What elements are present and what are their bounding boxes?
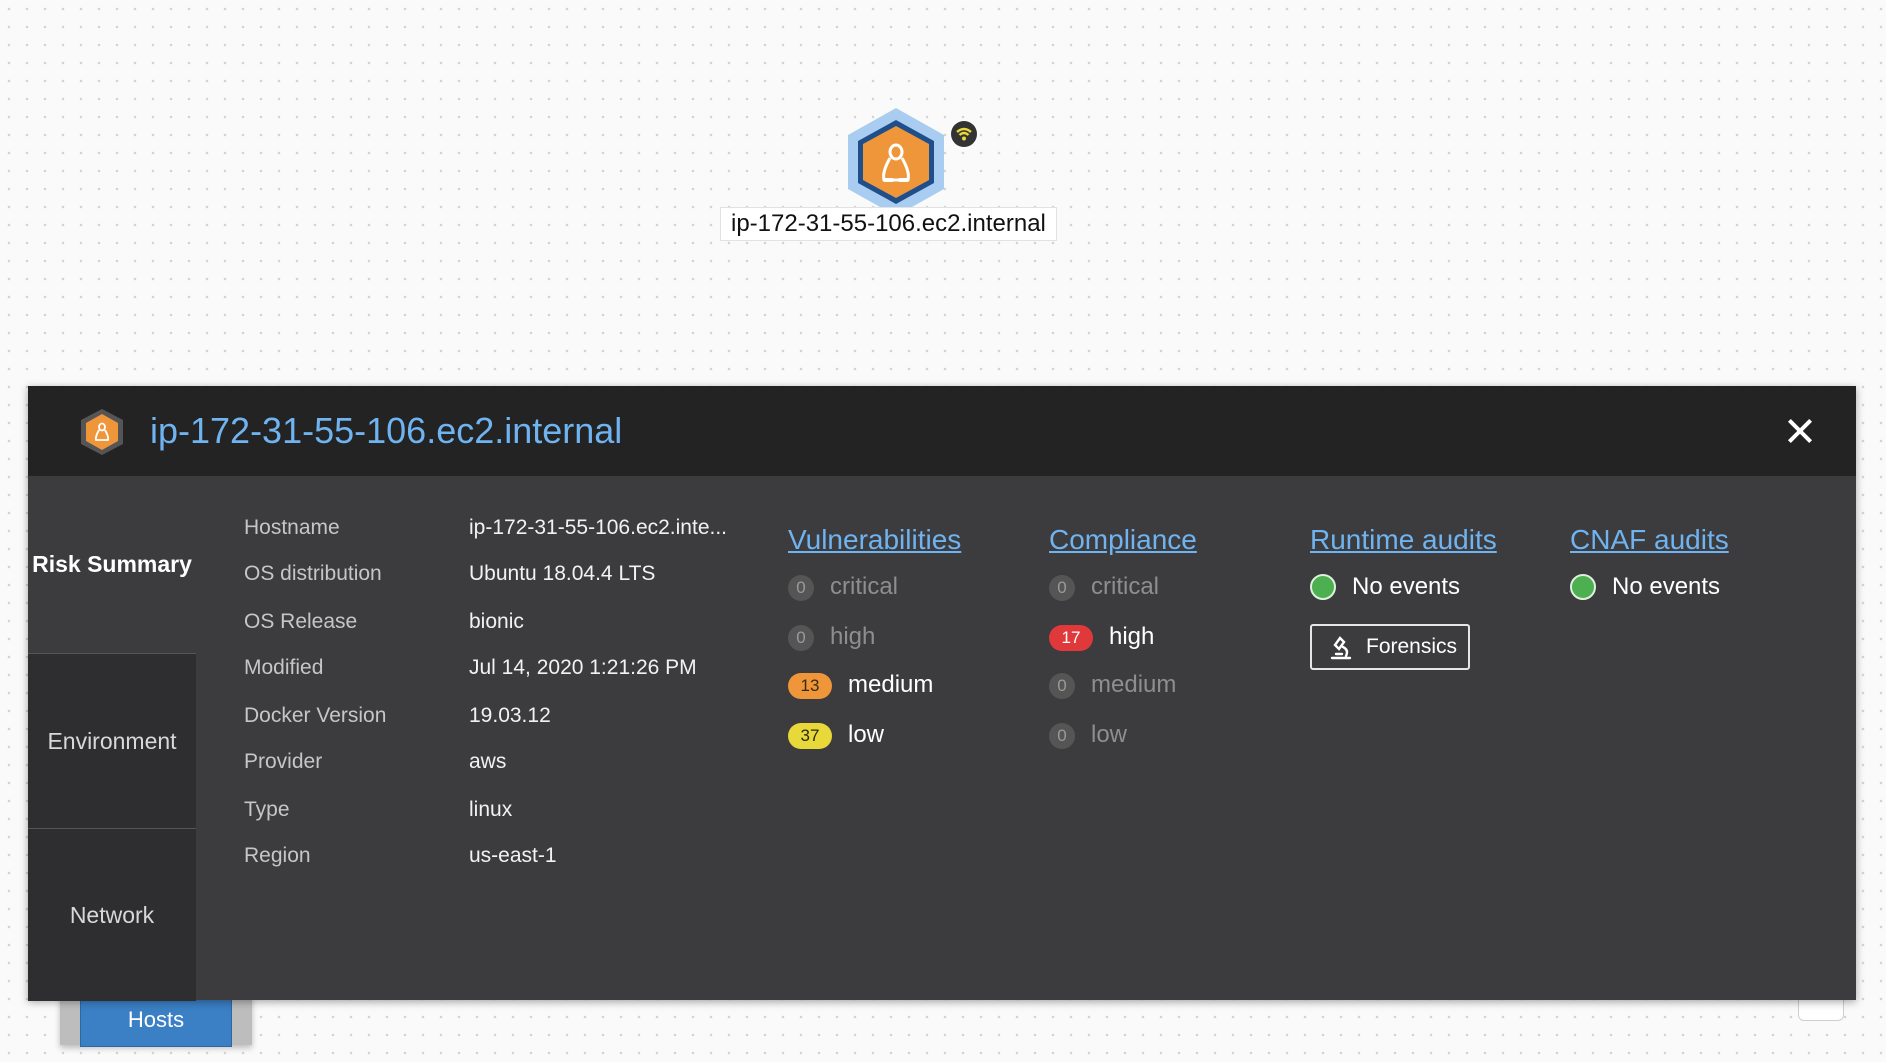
forensics-button[interactable]: Forensics	[1310, 624, 1470, 670]
info-row-modified: Modified Jul 14, 2020 1:21:26 PM	[244, 656, 764, 686]
panel-header: ip-172-31-55-106.ec2.internal	[28, 386, 1856, 476]
severity-label: low	[848, 721, 885, 748]
info-value: Jul 14, 2020 1:21:26 PM	[469, 656, 697, 679]
info-row-region: Region us-east-1	[244, 844, 764, 874]
count-badge: 37	[788, 723, 832, 749]
node-label[interactable]: ip-172-31-55-106.ec2.internal	[720, 207, 1057, 241]
count-badge: 0	[1049, 673, 1075, 699]
info-key: OS Release	[244, 610, 358, 633]
info-row-docker-version: Docker Version 19.03.12	[244, 704, 764, 734]
vulnerabilities-column: Vulnerabilities 0 critical 0 high 13 med…	[788, 522, 961, 749]
nav-tab-label: Network	[69, 901, 155, 928]
forensics-microscope-icon	[1328, 635, 1354, 661]
panel-title: ip-172-31-55-106.ec2.internal	[150, 410, 623, 451]
status-ok-icon	[1570, 574, 1596, 600]
hosts-tab[interactable]: Hosts	[80, 993, 232, 1047]
info-value: us-east-1	[469, 844, 557, 867]
info-value: linux	[469, 798, 513, 821]
info-value: aws	[469, 750, 507, 773]
info-key: OS distribution	[244, 562, 382, 585]
host-detail-panel: ip-172-31-55-106.ec2.internal Risk Summa…	[28, 386, 1856, 1001]
info-row-hostname: Hostname ip-172-31-55-106.ec2.inte...	[244, 516, 764, 546]
severity-label: critical	[1091, 573, 1160, 600]
info-key: Modified	[244, 656, 324, 679]
hosts-tab-label: Hosts	[127, 1007, 185, 1032]
nav-tab-label: Risk Summary	[32, 550, 192, 577]
info-row-os-release: OS Release bionic	[244, 610, 764, 640]
info-row-os-distribution: OS distribution Ubuntu 18.04.4 LTS	[244, 562, 764, 592]
status-text: No events	[1612, 573, 1721, 600]
severity-label: medium	[848, 671, 934, 698]
info-value: bionic	[469, 610, 524, 633]
count-badge: 13	[788, 673, 832, 699]
cnaf-audits-column: CNAF audits No events	[1570, 522, 1729, 600]
info-row-provider: Provider aws	[244, 750, 764, 780]
severity-label: high	[830, 623, 876, 650]
vulnerabilities-link[interactable]: Vulnerabilities	[788, 522, 961, 558]
info-key: Hostname	[244, 516, 340, 539]
nav-tab-risk-summary[interactable]: Risk Summary	[28, 476, 196, 652]
info-value: ip-172-31-55-106.ec2.inte...	[469, 516, 727, 539]
close-icon[interactable]	[1780, 412, 1820, 452]
count-badge: 17	[1049, 625, 1093, 651]
cnaf-audits-link[interactable]: CNAF audits	[1570, 522, 1729, 558]
info-key: Type	[244, 798, 290, 821]
count-badge: 0	[788, 625, 814, 651]
compliance-column: Compliance 0 critical 17 high 0 medium 0…	[1049, 522, 1197, 749]
count-badge: 0	[1049, 723, 1075, 749]
panel-side-nav: Risk Summary Environment Network	[28, 476, 196, 1001]
count-badge: 0	[1049, 575, 1075, 601]
wifi-connected-icon	[950, 120, 978, 148]
info-value: 19.03.12	[469, 704, 551, 727]
nav-tab-network[interactable]: Network	[28, 828, 196, 1001]
linux-host-hexagon-icon	[848, 108, 944, 216]
info-row-type: Type linux	[244, 798, 764, 828]
runtime-audits-column: Runtime audits No events Forensics	[1310, 522, 1497, 670]
info-value: Ubuntu 18.04.4 LTS	[469, 562, 656, 585]
severity-label: high	[1109, 623, 1155, 650]
severity-label: medium	[1091, 671, 1177, 698]
nav-tab-label: Environment	[47, 727, 177, 754]
status-ok-icon	[1310, 574, 1336, 600]
count-badge: 0	[788, 575, 814, 601]
runtime-audits-link[interactable]: Runtime audits	[1310, 522, 1497, 558]
linux-host-hexagon-icon	[80, 408, 124, 456]
status-text: No events	[1352, 573, 1461, 600]
compliance-link[interactable]: Compliance	[1049, 522, 1197, 558]
nav-tab-environment[interactable]: Environment	[28, 653, 196, 828]
info-key: Docker Version	[244, 704, 387, 727]
severity-label: critical	[830, 573, 899, 600]
severity-label: low	[1091, 721, 1128, 748]
info-key: Region	[244, 844, 311, 867]
forensics-button-label: Forensics	[1366, 635, 1458, 658]
host-node[interactable]	[844, 106, 948, 218]
info-key: Provider	[244, 750, 323, 773]
